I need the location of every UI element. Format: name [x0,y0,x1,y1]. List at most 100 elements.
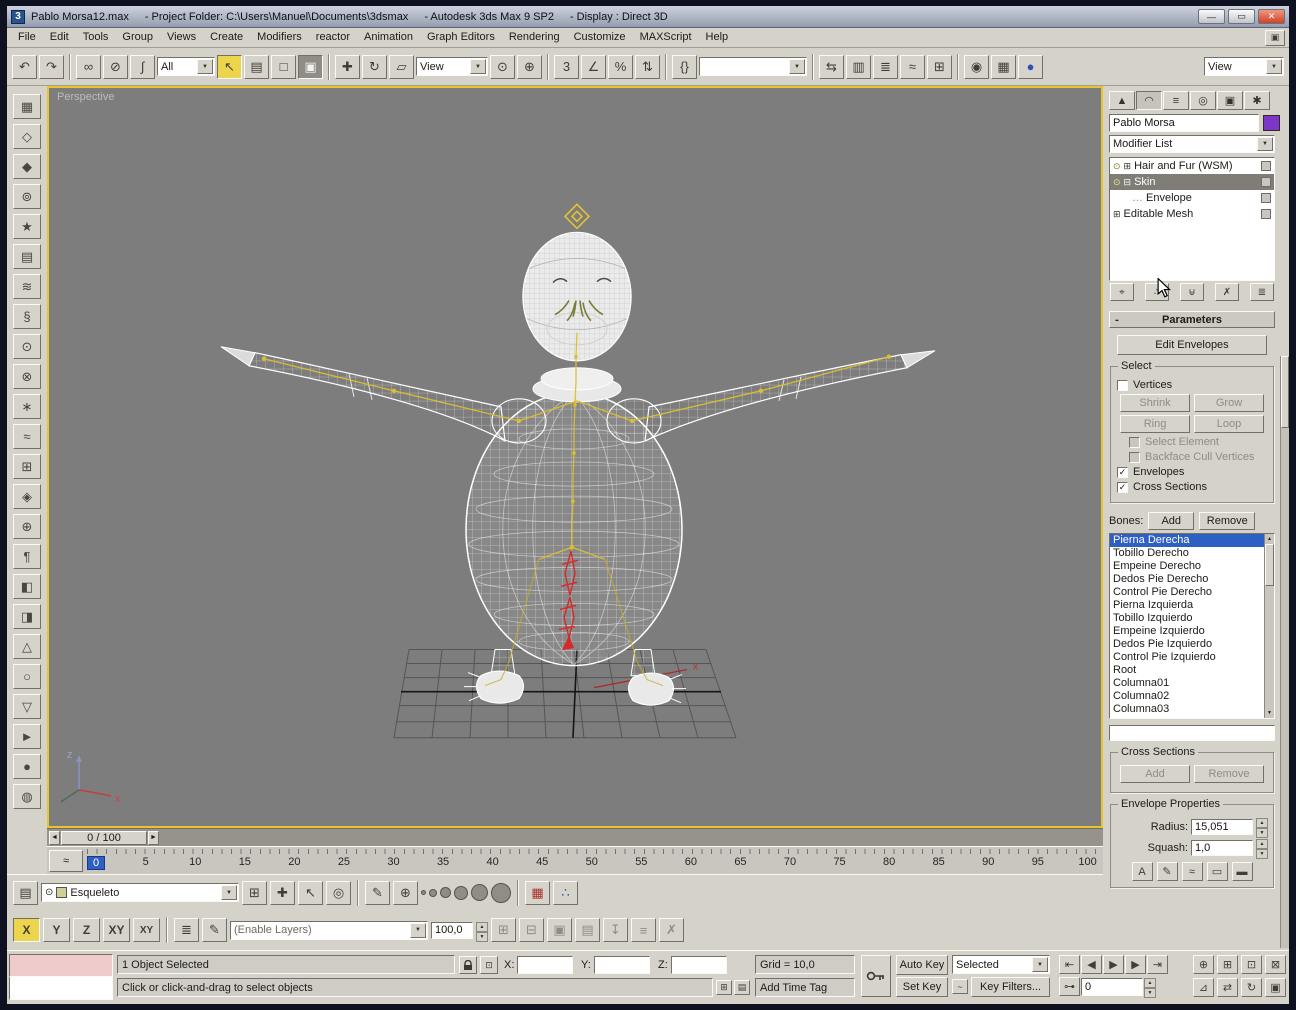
add-bone-button[interactable]: Add [1148,512,1195,530]
brush-preset-1[interactable] [421,890,426,895]
reactor-prismatic-constraint-icon[interactable]: △ [13,634,41,659]
selection-filter-combo[interactable]: All [157,57,215,76]
selection-lock-icon[interactable] [459,956,477,974]
menu-rendering[interactable]: Rendering [502,28,567,47]
named-sets-combo[interactable] [699,57,807,76]
bone-item[interactable]: Dedos Pie Izquierdo [1110,638,1264,651]
render-preset-icon[interactable]: ▦ [525,880,550,905]
envelopes-checkbox[interactable]: ✓ [1117,466,1128,478]
current-frame-field[interactable] [1081,977,1143,996]
modify-tab[interactable]: ◠ [1136,91,1162,110]
brush-preset-manager-icon[interactable]: ✎ [365,880,390,905]
menu-help[interactable]: Help [699,28,736,47]
scroll-down-icon[interactable]: ▼ [1265,708,1274,718]
select-objects-in-layer-icon[interactable]: ↖ [298,880,323,905]
reactor-create-animation-icon[interactable]: ● [13,754,41,779]
reactor-linear-dashpot-icon[interactable]: ⊙ [13,334,41,359]
reactor-analyze-world-icon[interactable]: ◍ [13,784,41,809]
utilities-tab[interactable]: ✱ [1244,91,1270,110]
menubar-end-icon[interactable]: ▣ [1265,29,1285,46]
bone-item[interactable]: Empeine Izquierdo [1110,625,1264,638]
edit-envelopes-button[interactable]: Edit Envelopes [1117,335,1267,355]
listener-script-row[interactable] [9,977,113,1000]
add-cross-section-button[interactable]: Add [1120,765,1190,783]
align-button[interactable]: ▥ [846,54,871,79]
reactor-angular-dashpot-icon[interactable]: ⊗ [13,364,41,389]
parameters-rollout[interactable]: - Parameters [1109,311,1275,328]
enable-anim-layers-combo[interactable]: (Enable Layers) [230,920,428,940]
reactor-motor-icon[interactable]: ∗ [13,394,41,419]
shrink-button[interactable]: Shrink [1120,394,1190,412]
anim-layer-weight-field[interactable] [431,921,473,939]
hierarchy-tab[interactable]: ≡ [1163,91,1189,110]
bone-name-field[interactable] [1109,725,1275,741]
modifier-toggle-square[interactable] [1261,177,1271,187]
layer-combo[interactable]: ⊙ Esqueleto [41,883,239,902]
display-filters-icon[interactable]: ▤ [13,880,38,905]
field-of-view-icon[interactable]: ⊿ [1193,978,1214,997]
time-slider-handle[interactable]: 0 / 100 [61,830,147,845]
key-filters-button[interactable]: Key Filters... [971,977,1050,997]
next-frame-icon[interactable]: ▶ [1125,955,1146,974]
create-new-layer-icon[interactable]: ⊞ [242,880,267,905]
point-helper[interactable] [563,203,591,230]
arc-rotate-icon[interactable]: ↻ [1241,978,1262,997]
remove-bone-button[interactable]: Remove [1199,512,1256,530]
restore-button[interactable]: ▭ [1228,9,1255,24]
bone-item[interactable]: Tobillo Izquierdo [1110,612,1264,625]
paint-weights-icon[interactable]: ✎ [1156,862,1178,881]
add-anim-layer-icon[interactable]: ⊞ [491,918,516,942]
zoom-all-icon[interactable]: ⊞ [1217,955,1238,974]
object-name-field[interactable] [1109,114,1259,132]
frame-spinner[interactable]: ▲ ▼ [1144,978,1156,998]
restrict-x-button[interactable]: X [13,918,40,942]
time-slider-left-arrow[interactable]: ◄ [49,830,60,845]
spinner-snap-button[interactable]: ⇅ [635,54,660,79]
z-coordinate-field[interactable] [671,956,727,974]
ring-button[interactable]: Ring [1120,415,1190,433]
menu-animation[interactable]: Animation [357,28,420,47]
reactor-cloth-collection-icon[interactable]: ◇ [13,124,41,149]
expand-icon[interactable]: ⊞ [1124,161,1132,172]
use-pivot-point-button[interactable]: ⊙ [490,54,515,79]
reactor-water-icon[interactable]: ≋ [13,274,41,299]
set-keys-button[interactable] [861,955,891,997]
y-coordinate-field[interactable] [594,956,650,974]
reactor-toy-car-icon[interactable]: ⊞ [13,454,41,479]
close-button[interactable]: ✕ [1258,9,1285,24]
play-animation-icon[interactable]: ▶ [1103,955,1124,974]
reactor-plane-icon[interactable]: ▤ [13,244,41,269]
copy-envelope-icon[interactable]: ▭ [1206,862,1228,881]
time-slider-right-arrow[interactable]: ► [148,830,159,845]
rect-selection-region-button[interactable]: □ [271,54,296,79]
menu-graph-editors[interactable]: Graph Editors [420,28,502,47]
bone-item[interactable]: Pierna Izquierda [1110,599,1264,612]
auto-key-button[interactable]: Auto Key [896,955,948,975]
menu-views[interactable]: Views [160,28,203,47]
set-key-button[interactable]: Set Key [896,977,948,997]
schematic-view-button[interactable]: ⊞ [927,54,952,79]
minimize-button[interactable]: — [1198,9,1225,24]
maximize-viewport-icon[interactable]: ▣ [1265,978,1286,997]
key-filter-set-combo[interactable]: Selected [952,955,1050,974]
bone-item[interactable]: Columna01 [1110,677,1264,690]
snap-toggle-button[interactable]: 3 [554,54,579,79]
stack-item-envelope[interactable]: … Envelope [1110,190,1274,206]
select-rotate-button[interactable]: ↻ [362,54,387,79]
anim-layer-edit-icon[interactable]: ✎ [202,918,227,942]
visibility-bulb-icon[interactable]: ⊙ [1113,161,1121,172]
menu-modifiers[interactable]: Modifiers [250,28,309,47]
motion-tab[interactable]: ◎ [1190,91,1216,110]
absolute-offset-toggle-icon[interactable]: ⊡ [480,956,498,974]
go-to-end-icon[interactable]: ⇥ [1147,955,1168,974]
render-setup-button[interactable]: ▦ [991,54,1016,79]
select-manipulate-button[interactable]: ⊕ [517,54,542,79]
modifier-stack[interactable]: ⊙ ⊞ Hair and Fur (WSM) ⊙ ⊟ Skin … Envelo… [1109,157,1275,281]
time-slider-track[interactable]: ◄ 0 / 100 ► [47,828,1103,846]
track-bar[interactable]: ≈ 0 5 10 15 20 25 30 35 40 45 50 55 60 6… [47,846,1103,874]
brush-preset-4[interactable] [454,885,468,900]
particle-view-icon[interactable]: ∴ [553,880,578,905]
delete-anim-layer-icon[interactable]: ⊟ [519,918,544,942]
bones-list-scrollbar[interactable]: ▲ ▼ [1264,534,1274,718]
bone-item[interactable]: Pierna Derecha [1110,534,1264,547]
